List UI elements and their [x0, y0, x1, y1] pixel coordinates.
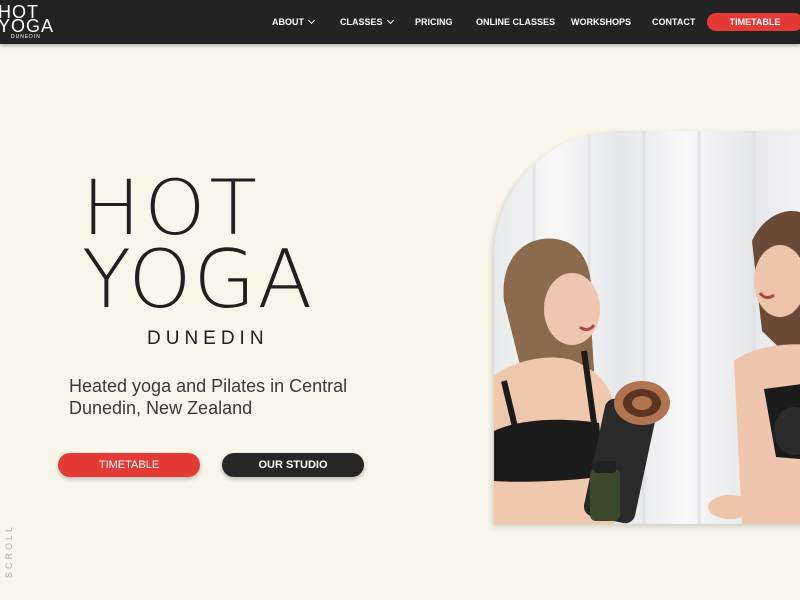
hero-title-yoga: YOGA — [82, 233, 315, 326]
hero-tagline: Heated yoga and Pilates in Central Duned… — [69, 376, 348, 418]
nav-item-workshops[interactable]: WORKSHOPS — [571, 15, 631, 29]
logo-text-yoga: YOGA — [0, 16, 55, 36]
nav-item-pricing[interactable]: PRICING — [415, 15, 453, 29]
nav-item-label: ABOUT — [272, 17, 304, 27]
hero-photo-illustration — [494, 131, 800, 524]
hero-photo — [494, 131, 800, 524]
nav-item-contact[interactable]: CONTACT — [652, 15, 695, 29]
chevron-down-icon — [307, 16, 316, 25]
nav-timetable-button[interactable]: TIMETABLE — [707, 13, 800, 31]
nav-item-label: CLASSES — [340, 17, 383, 27]
nav-item-label: WORKSHOPS — [571, 17, 632, 27]
nav-item-label: CONTACT — [652, 17, 696, 27]
chevron-down-icon — [386, 16, 394, 25]
nav-item-label: PRICING — [415, 17, 453, 27]
site-logo[interactable]: HOT YOGA DUNEDIN — [0, 3, 54, 41]
top-navbar: HOT YOGA DUNEDIN ABOUT CLASSES PRICING O… — [0, 0, 800, 44]
nav-item-classes[interactable]: CLASSES — [340, 15, 394, 29]
nav-item-about[interactable]: ABOUT — [272, 15, 316, 29]
page: HOT YOGA DUNEDIN ABOUT CLASSES PRICING O… — [0, 0, 800, 600]
scroll-indicator[interactable]: SCROLL — [4, 524, 14, 578]
our-studio-button[interactable]: OUR STUDIO — [222, 453, 364, 477]
nav-item-label: ONLINE CLASSES — [476, 17, 556, 27]
timetable-button[interactable]: TIMETABLE — [58, 453, 200, 477]
hero-subtitle: DUNEDIN — [147, 328, 269, 349]
nav-item-online-classes[interactable]: ONLINE CLASSES — [476, 15, 555, 29]
logo-text-dunedin: DUNEDIN — [11, 34, 41, 40]
